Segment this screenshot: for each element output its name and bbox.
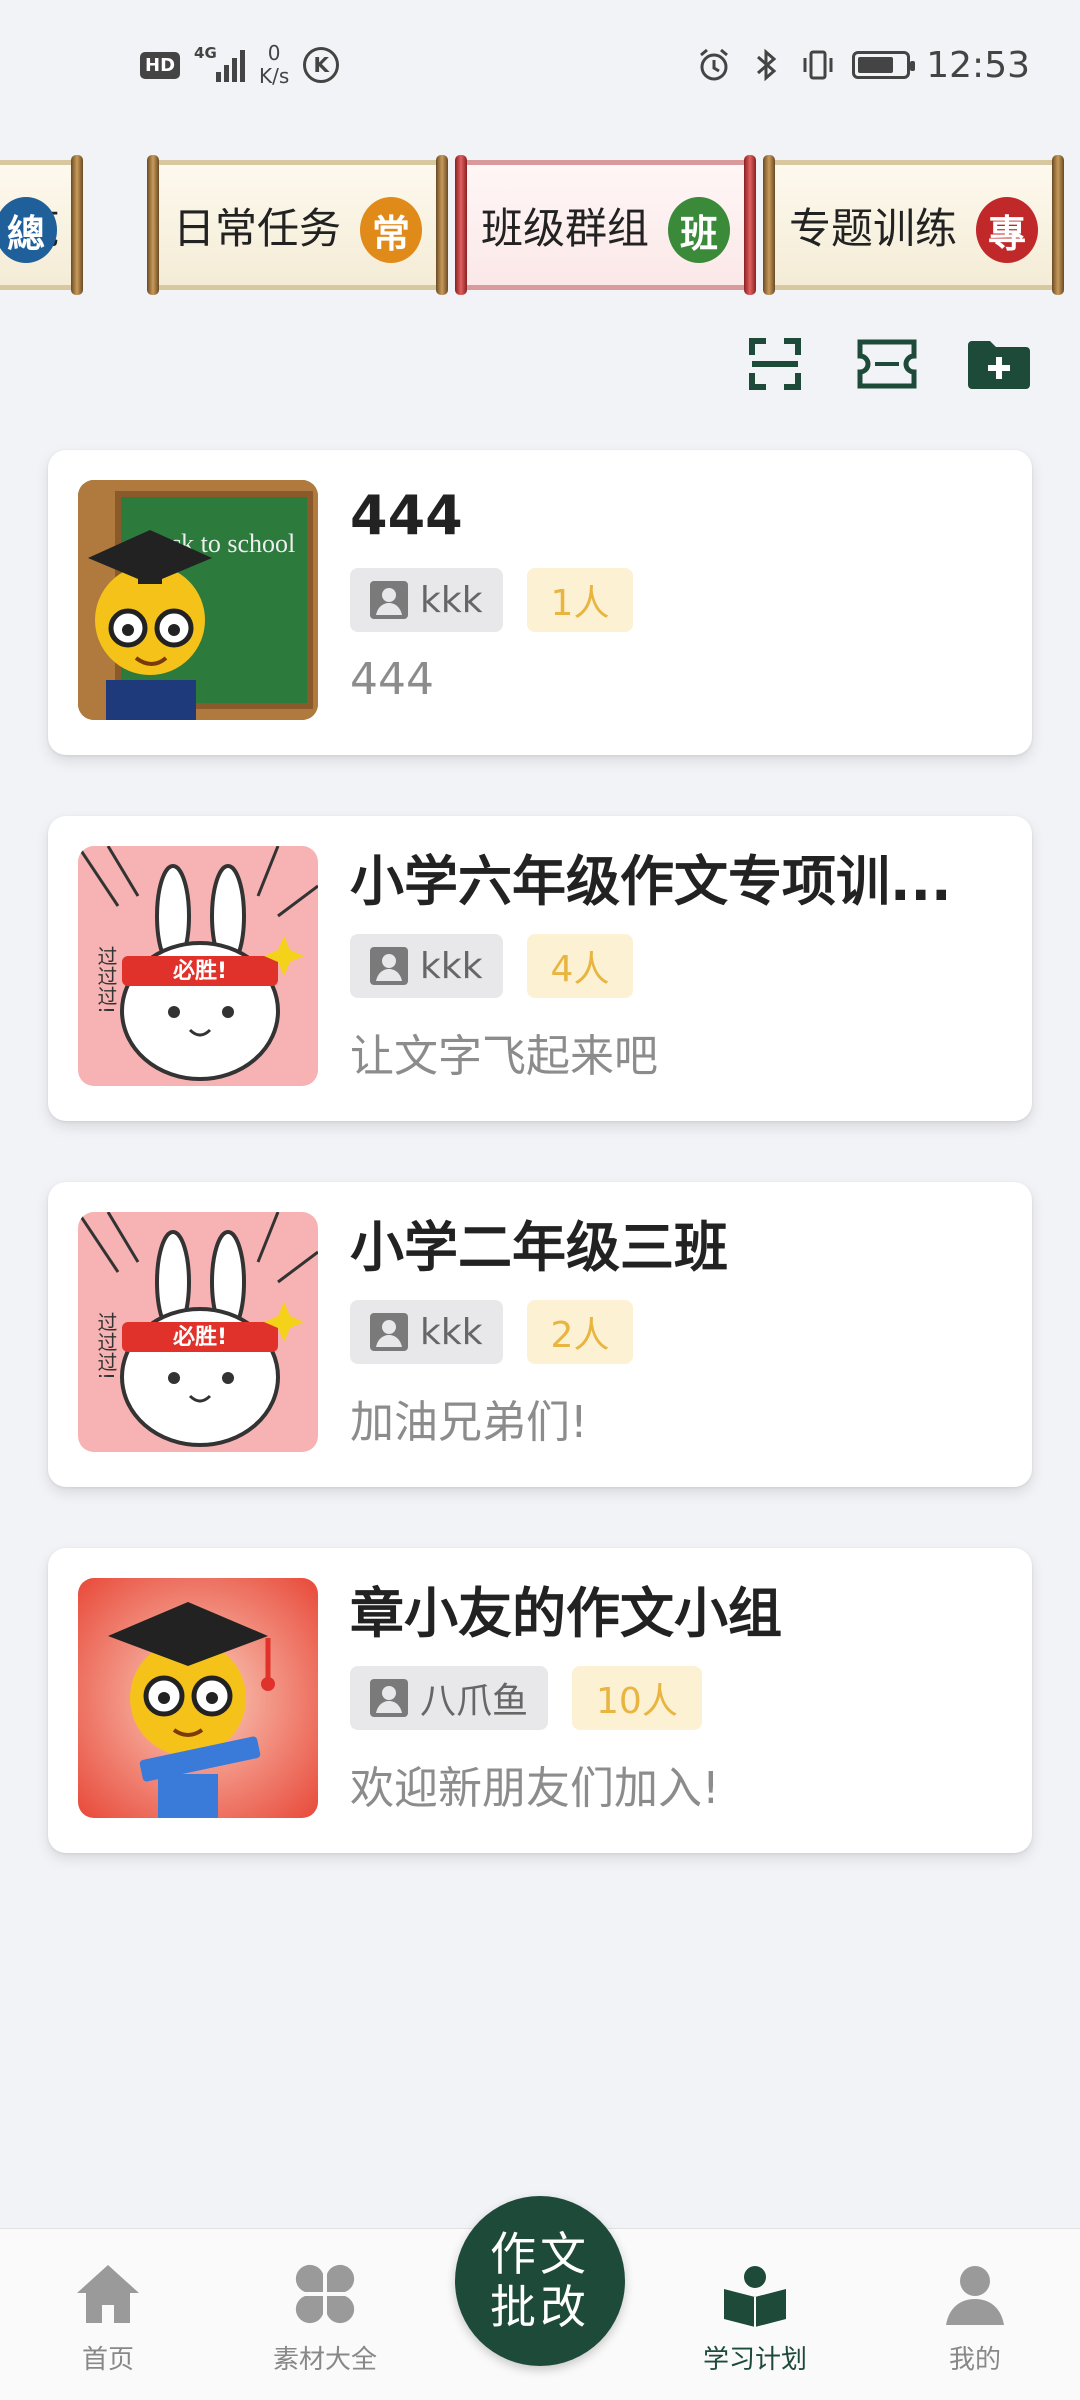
group-title: 小学二年级三班 xyxy=(350,1216,728,1279)
member-count: 10人 xyxy=(572,1666,702,1730)
member-count: 2人 xyxy=(526,1300,634,1364)
member-count: 4人 xyxy=(526,934,634,998)
tab-daily-tasks[interactable]: 日常任务 常 xyxy=(147,155,448,295)
back-to-school-avatar: Back to school xyxy=(78,480,318,720)
seal-zhuan-icon: 專 xyxy=(976,197,1038,263)
group-title: 小学六年级作文专项训... xyxy=(350,850,952,913)
group-title: 章小友的作文小组 xyxy=(350,1582,782,1645)
owner-name: kkk xyxy=(420,579,483,621)
bunny-avatar: 过过过! 必胜! xyxy=(78,846,318,1086)
battery-level xyxy=(858,57,894,73)
tab-label: 专题训练 xyxy=(789,203,958,253)
vibrate-icon xyxy=(803,50,833,80)
group-description: 让文字飞起来吧 xyxy=(350,1031,658,1082)
person-icon xyxy=(370,947,408,985)
group-description: 欢迎新朋友们加入! xyxy=(350,1763,720,1814)
group-description: 加油兄弟们! xyxy=(350,1397,588,1448)
nav-study-plan[interactable]: 学习计划 xyxy=(675,2259,835,2376)
group-card[interactable]: 章小友的作文小组 八爪鱼 10人 欢迎新朋友们加入! xyxy=(48,1548,1032,1853)
center-button-line2: 批改 xyxy=(490,2280,590,2334)
nav-materials[interactable]: 素材大全 xyxy=(245,2259,405,2376)
owner-name: kkk xyxy=(420,945,483,987)
battery-icon xyxy=(852,51,916,79)
group-toolbar xyxy=(744,335,1030,393)
owner-chip: kkk xyxy=(350,1300,503,1364)
group-list: Back to school 444 kkk 1人 444 过过过! 必胜! 小… xyxy=(48,450,1032,1914)
scan-button[interactable] xyxy=(744,335,806,393)
ticket-icon xyxy=(857,339,917,389)
alarm-icon xyxy=(700,48,729,81)
home-icon xyxy=(77,2265,139,2323)
status-bar: HD 4G 0 K/s K 12:53 xyxy=(0,0,1080,130)
person-icon xyxy=(946,2266,1004,2325)
create-group-button[interactable] xyxy=(968,335,1030,393)
person-icon xyxy=(370,1679,408,1717)
status-time: 12:53 xyxy=(926,44,1030,86)
person-icon xyxy=(370,581,408,619)
tab-label: 班级群组 xyxy=(481,203,650,253)
clover-icon xyxy=(295,2264,355,2324)
group-card[interactable]: 过过过! 必胜! 小学二年级三班 kkk 2人 加油兄弟们! xyxy=(48,1182,1032,1487)
group-description: 444 xyxy=(350,654,434,705)
tab-overview[interactable]: 览 總 xyxy=(0,155,83,295)
center-button-line1: 作文 xyxy=(490,2227,590,2282)
k-app-icon: K xyxy=(303,47,340,83)
nav-label: 素材大全 xyxy=(272,2345,377,2375)
bunny-headband-text: 必胜! xyxy=(173,1324,227,1350)
owner-chip: kkk xyxy=(350,934,503,998)
scan-icon xyxy=(749,338,801,390)
nav-label: 首页 xyxy=(81,2345,134,2375)
nav-label: 学习计划 xyxy=(702,2345,807,2375)
folder-add-icon xyxy=(968,341,1030,389)
person-icon xyxy=(370,1313,408,1351)
essay-correction-button[interactable]: 作文 批改 xyxy=(455,2196,625,2366)
owner-name: kkk xyxy=(420,1311,483,1353)
group-card[interactable]: 过过过! 必胜! 小学六年级作文专项训... kkk 4人 让文字飞起来吧 xyxy=(48,816,1032,1121)
owner-chip: kkk xyxy=(350,568,503,632)
bunny-side-text: 过过过! xyxy=(94,1312,118,1380)
bunny-avatar: 过过过! 必胜! xyxy=(78,1212,318,1452)
join-ticket-button[interactable] xyxy=(856,335,918,393)
bluetooth-icon xyxy=(757,48,777,82)
nav-label: 我的 xyxy=(948,2345,1001,2375)
group-title: 444 xyxy=(350,484,463,547)
bunny-headband-text: 必胜! xyxy=(173,958,227,984)
network-type: 4G xyxy=(194,44,217,62)
bunny-side-text: 过过过! xyxy=(94,946,118,1014)
tab-class-groups[interactable]: 班级群组 班 xyxy=(455,155,756,295)
book-icon xyxy=(724,2266,786,2327)
seal-chang-icon: 常 xyxy=(360,197,422,263)
graduate-avatar xyxy=(78,1578,318,1818)
seal-ban-icon: 班 xyxy=(668,197,730,263)
network-speed: 0 K/s xyxy=(259,41,290,88)
member-count: 1人 xyxy=(526,568,634,632)
group-card[interactable]: Back to school 444 kkk 1人 444 xyxy=(48,450,1032,755)
nav-home[interactable]: 首页 xyxy=(28,2259,188,2376)
hd-badge: HD xyxy=(140,51,181,79)
owner-name: 八爪鱼 xyxy=(420,1681,529,1722)
nav-profile[interactable]: 我的 xyxy=(895,2259,1055,2376)
signal-icon: 4G xyxy=(194,44,246,82)
tab-label: 日常任务 xyxy=(173,203,342,253)
category-tabs: 览 總 日常任务 常 班级群组 班 专题训练 專 xyxy=(0,150,1080,300)
owner-chip: 八爪鱼 xyxy=(350,1666,549,1730)
tab-topic-training[interactable]: 专题训练 專 xyxy=(763,155,1064,295)
